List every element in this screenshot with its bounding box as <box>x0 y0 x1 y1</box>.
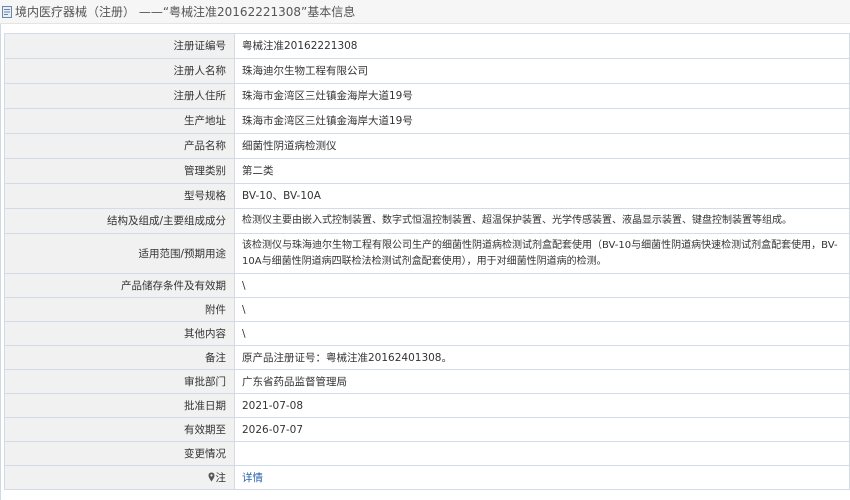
row-label: 其他内容 <box>4 321 235 346</box>
table-row: 批准日期 2021-07-08 <box>4 393 850 418</box>
table-row: 其他内容 \ <box>4 321 850 346</box>
row-label: 产品储存条件及有效期 <box>4 273 235 298</box>
row-value: 珠海迪尔生物工程有限公司 <box>234 58 850 84</box>
row-value: 第二类 <box>234 158 850 184</box>
table-row: 结构及组成/主要组成成分 检测仪主要由嵌入式控制装置、数字式恒温控制装置、超温保… <box>4 208 850 234</box>
row-label: 产品名称 <box>4 133 235 159</box>
table-row: 产品名称 细菌性阴道病检测仪 <box>4 133 850 159</box>
table-row: 管理类别 第二类 <box>4 158 850 184</box>
table-row: 有效期至 2026-07-07 <box>4 417 850 442</box>
row-value: 粤械注准20162221308 <box>234 33 850 59</box>
row-label: 变更情况 <box>4 441 235 466</box>
row-label: 备注 <box>4 345 235 370</box>
note-label-cell: 注 <box>4 465 235 490</box>
row-label: 审批部门 <box>4 369 235 394</box>
document-icon <box>2 5 12 18</box>
table-row: 型号规格 BV-10、BV-10A <box>4 183 850 209</box>
row-value: 检测仪主要由嵌入式控制装置、数字式恒温控制装置、超温保护装置、光学传感装置、液晶… <box>234 208 850 234</box>
row-value <box>234 441 850 466</box>
row-value: \ <box>234 273 850 298</box>
row-value: 2026-07-07 <box>234 417 850 442</box>
row-value: 广东省药品监督管理局 <box>234 369 850 394</box>
row-label: 注册证编号 <box>4 33 235 59</box>
row-label: 型号规格 <box>4 183 235 209</box>
row-value: 该检测仪与珠海迪尔生物工程有限公司生产的细菌性阴道病检测试剂盒配套使用（BV-1… <box>234 233 850 274</box>
page-header: 境内医疗器械（注册） ——“粤械注准20162221308”基本信息 <box>0 0 850 24</box>
table-row: 审批部门 广东省药品监督管理局 <box>4 369 850 394</box>
note-row: 注 详情 <box>4 465 850 490</box>
table-row: 生产地址 珠海市金湾区三灶镇金海岸大道19号 <box>4 108 850 134</box>
row-value: 珠海市金湾区三灶镇金海岸大道19号 <box>234 83 850 109</box>
details-link[interactable]: 详情 <box>242 472 263 484</box>
row-label: 批准日期 <box>4 393 235 418</box>
row-value: 珠海市金湾区三灶镇金海岸大道19号 <box>234 108 850 134</box>
row-label: 生产地址 <box>4 108 235 134</box>
row-value: \ <box>234 321 850 346</box>
row-label: 结构及组成/主要组成成分 <box>4 208 235 234</box>
registration-info-table: 注册证编号 粤械注准20162221308 注册人名称 珠海迪尔生物工程有限公司… <box>4 33 850 490</box>
table-row: 产品储存条件及有效期 \ <box>4 273 850 298</box>
row-label: 适用范围/预期用途 <box>4 233 235 274</box>
row-value: 2021-07-08 <box>234 393 850 418</box>
table-row: 注册人住所 珠海市金湾区三灶镇金海岸大道19号 <box>4 83 850 109</box>
table-row: 适用范围/预期用途 该检测仪与珠海迪尔生物工程有限公司生产的细菌性阴道病检测试剂… <box>4 233 850 274</box>
row-label: 管理类别 <box>4 158 235 184</box>
table-row: 变更情况 <box>4 441 850 466</box>
table-row: 备注 原产品注册证号：粤械注准20162401308。 <box>4 345 850 370</box>
map-pin-icon <box>208 471 215 481</box>
row-value: \ <box>234 297 850 322</box>
page-title: 境内医疗器械（注册） ——“粤械注准20162221308”基本信息 <box>15 5 356 19</box>
row-value: BV-10、BV-10A <box>234 183 850 209</box>
table-row: 注册人名称 珠海迪尔生物工程有限公司 <box>4 58 850 84</box>
note-value-cell: 详情 <box>234 465 850 490</box>
row-label: 有效期至 <box>4 417 235 442</box>
table-row: 注册证编号 粤械注准20162221308 <box>4 33 850 59</box>
row-label: 注册人住所 <box>4 83 235 109</box>
table-row: 附件 \ <box>4 297 850 322</box>
row-value: 细菌性阴道病检测仪 <box>234 133 850 159</box>
row-value: 原产品注册证号：粤械注准20162401308。 <box>234 345 850 370</box>
note-label: 注 <box>215 471 227 484</box>
row-label: 附件 <box>4 297 235 322</box>
row-label: 注册人名称 <box>4 58 235 84</box>
